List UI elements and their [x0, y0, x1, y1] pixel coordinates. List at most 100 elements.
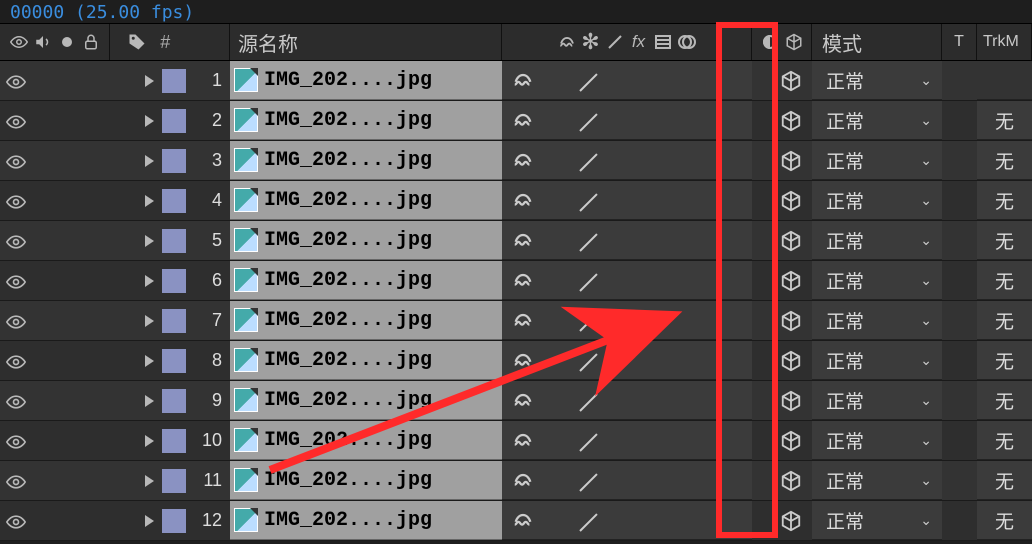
layer-row[interactable]: 10IMG_202....jpg正常⌄无 [0, 421, 1032, 461]
eye-icon[interactable] [6, 432, 24, 450]
layer-row[interactable]: 11IMG_202....jpg正常⌄无 [0, 461, 1032, 501]
expand-triangle-icon[interactable] [145, 515, 154, 527]
trkmat-cell[interactable]: 无 [977, 461, 1032, 500]
layer-color-swatch[interactable] [162, 229, 186, 253]
quality-switch[interactable] [578, 388, 606, 412]
layer-row[interactable]: 6IMG_202....jpg正常⌄无 [0, 261, 1032, 301]
expand-triangle-icon[interactable] [145, 435, 154, 447]
3d-layer-switch[interactable] [780, 70, 802, 92]
t-cell[interactable] [942, 181, 977, 220]
layer-color-swatch[interactable] [162, 469, 186, 493]
3d-layer-switch[interactable] [780, 390, 802, 412]
layer-row[interactable]: 8IMG_202....jpg正常⌄无 [0, 341, 1032, 381]
expand-triangle-icon[interactable] [145, 155, 154, 167]
blend-mode-cell[interactable]: 正常⌄ [812, 261, 942, 300]
quality-switch[interactable] [578, 268, 606, 292]
layer-row[interactable]: 1IMG_202....jpg正常⌄ [0, 61, 1032, 101]
3d-layer-switch[interactable] [780, 310, 802, 332]
expand-triangle-icon[interactable] [145, 195, 154, 207]
trkmat-cell[interactable]: 无 [977, 301, 1032, 340]
expand-triangle-icon[interactable] [145, 315, 154, 327]
blend-mode-cell[interactable]: 正常⌄ [812, 501, 942, 540]
eye-icon[interactable] [6, 272, 24, 290]
eye-icon[interactable] [6, 472, 24, 490]
layer-row[interactable]: 7IMG_202....jpg正常⌄无 [0, 301, 1032, 341]
shy-switch[interactable] [512, 109, 534, 131]
blend-mode-cell[interactable]: 正常⌄ [812, 101, 942, 140]
expand-triangle-icon[interactable] [145, 395, 154, 407]
shy-switch[interactable] [512, 189, 534, 211]
t-cell[interactable] [942, 341, 977, 380]
t-cell[interactable] [942, 461, 977, 500]
t-cell[interactable] [942, 61, 977, 100]
trkmat-cell[interactable]: 无 [977, 341, 1032, 380]
blend-mode-cell[interactable]: 正常⌄ [812, 341, 942, 380]
quality-switch[interactable] [578, 148, 606, 172]
shy-switch[interactable] [512, 349, 534, 371]
blend-mode-cell[interactable]: 正常⌄ [812, 61, 942, 100]
t-header[interactable]: T [942, 24, 977, 60]
eye-icon[interactable] [6, 192, 24, 210]
quality-switch[interactable] [578, 348, 606, 372]
trkmat-header[interactable]: TrkM [977, 24, 1032, 60]
layer-color-swatch[interactable] [162, 429, 186, 453]
quality-switch[interactable] [578, 228, 606, 252]
eye-icon[interactable] [6, 232, 24, 250]
quality-switch[interactable] [578, 108, 606, 132]
quality-switch[interactable] [578, 188, 606, 212]
source-name-cell[interactable]: IMG_202....jpg [230, 181, 502, 220]
trkmat-cell[interactable]: 无 [977, 381, 1032, 420]
eye-icon[interactable] [6, 392, 24, 410]
shy-switch[interactable] [512, 269, 534, 291]
layer-color-swatch[interactable] [162, 269, 186, 293]
expand-triangle-icon[interactable] [145, 475, 154, 487]
layer-row[interactable]: 3IMG_202....jpg正常⌄无 [0, 141, 1032, 181]
source-name-cell[interactable]: IMG_202....jpg [230, 221, 502, 260]
shy-switch[interactable] [512, 309, 534, 331]
t-cell[interactable] [942, 381, 977, 420]
t-cell[interactable] [942, 141, 977, 180]
source-name-cell[interactable]: IMG_202....jpg [230, 261, 502, 300]
trkmat-cell[interactable]: 无 [977, 181, 1032, 220]
blend-mode-cell[interactable]: 正常⌄ [812, 301, 942, 340]
quality-switch[interactable] [578, 468, 606, 492]
source-name-cell[interactable]: IMG_202....jpg [230, 461, 502, 500]
quality-switch[interactable] [578, 428, 606, 452]
trkmat-cell[interactable]: 无 [977, 221, 1032, 260]
eye-icon[interactable] [6, 112, 24, 130]
t-cell[interactable] [942, 101, 977, 140]
blend-mode-cell[interactable]: 正常⌄ [812, 381, 942, 420]
eye-icon[interactable] [6, 312, 24, 330]
source-name-cell[interactable]: IMG_202....jpg [230, 301, 502, 340]
eye-icon[interactable] [6, 352, 24, 370]
shy-switch[interactable] [512, 69, 534, 91]
3d-layer-switch[interactable] [780, 470, 802, 492]
source-name-cell[interactable]: IMG_202....jpg [230, 61, 502, 100]
trkmat-cell[interactable]: 无 [977, 141, 1032, 180]
shy-switch[interactable] [512, 389, 534, 411]
layer-color-swatch[interactable] [162, 189, 186, 213]
layer-color-swatch[interactable] [162, 349, 186, 373]
3d-layer-switch[interactable] [780, 190, 802, 212]
blend-mode-cell[interactable]: 正常⌄ [812, 221, 942, 260]
t-cell[interactable] [942, 301, 977, 340]
t-cell[interactable] [942, 421, 977, 460]
expand-triangle-icon[interactable] [145, 355, 154, 367]
shy-switch[interactable] [512, 149, 534, 171]
layer-row[interactable]: 5IMG_202....jpg正常⌄无 [0, 221, 1032, 261]
blend-mode-cell[interactable]: 正常⌄ [812, 461, 942, 500]
3d-layer-switch[interactable] [780, 510, 802, 532]
eye-icon[interactable] [6, 512, 24, 530]
t-cell[interactable] [942, 501, 977, 540]
trkmat-cell[interactable]: 无 [977, 261, 1032, 300]
shy-switch[interactable] [512, 429, 534, 451]
3d-layer-switch[interactable] [780, 430, 802, 452]
shy-switch[interactable] [512, 229, 534, 251]
shy-switch[interactable] [512, 469, 534, 491]
trkmat-cell[interactable]: 无 [977, 421, 1032, 460]
3d-layer-switch[interactable] [780, 270, 802, 292]
expand-triangle-icon[interactable] [145, 235, 154, 247]
mode-header[interactable]: 模式 [812, 24, 942, 60]
blend-mode-cell[interactable]: 正常⌄ [812, 141, 942, 180]
source-name-cell[interactable]: IMG_202....jpg [230, 101, 502, 140]
